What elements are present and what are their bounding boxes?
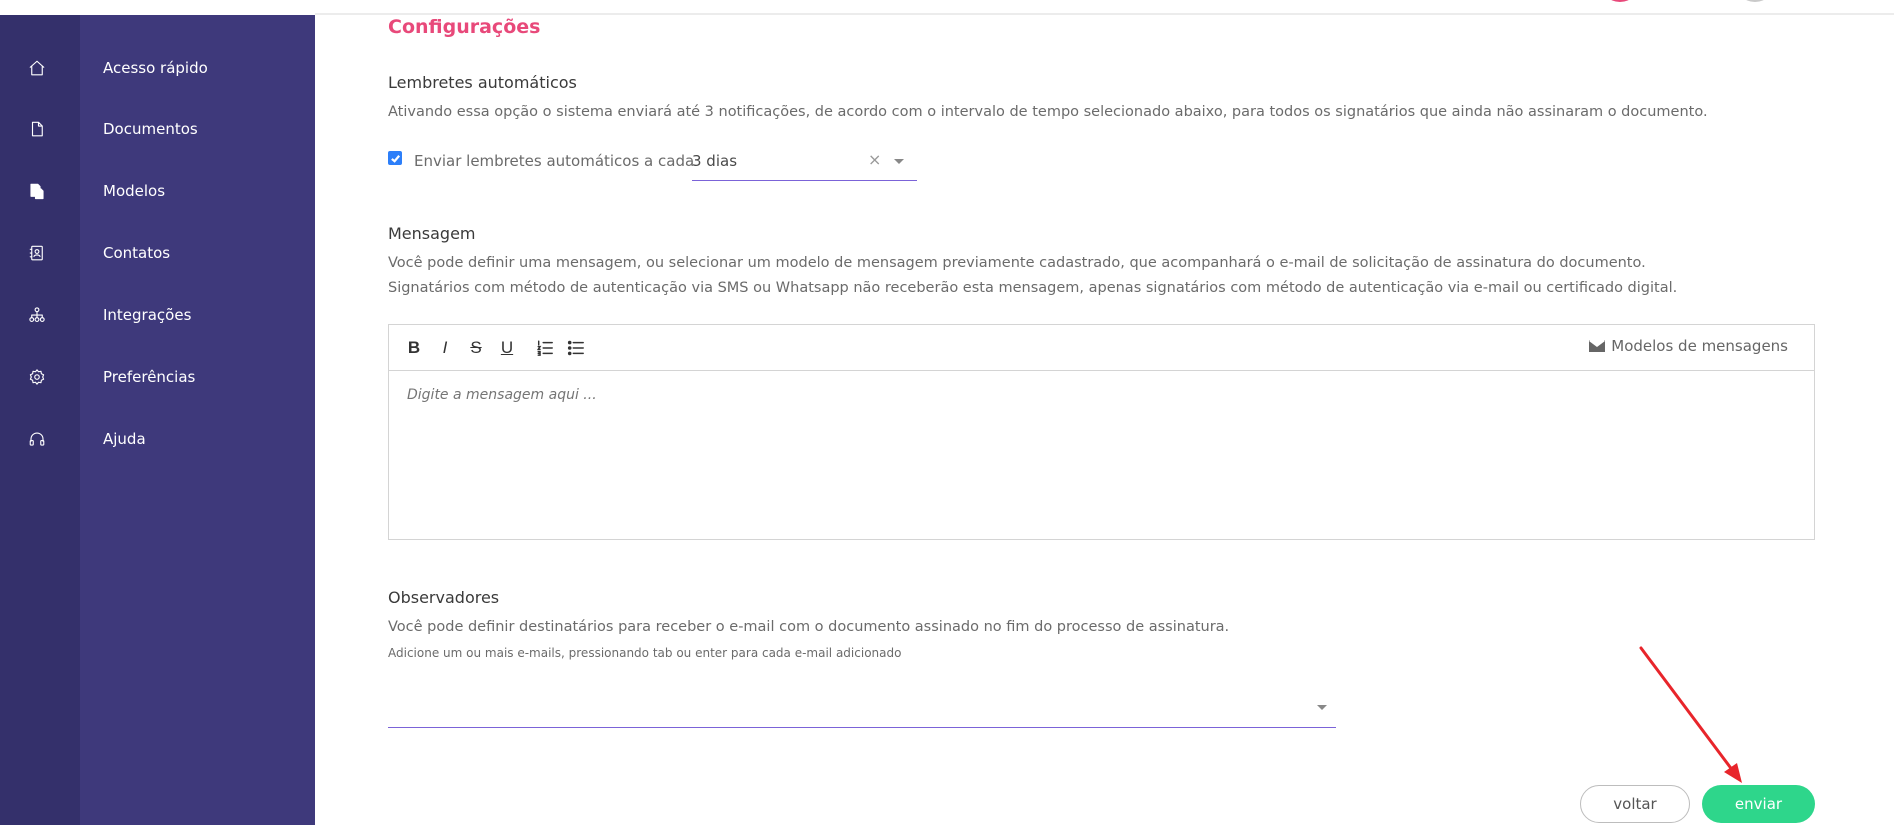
reminders-checkbox-label[interactable]: Enviar lembretes automáticos a cada [414, 152, 694, 170]
message-textarea[interactable] [389, 371, 1814, 539]
avatar[interactable] [1600, 0, 1640, 2]
back-button[interactable]: voltar [1580, 785, 1690, 823]
sidebar-item-label: Acesso rápido [103, 59, 208, 77]
italic-button[interactable]: I [434, 337, 456, 359]
ordered-list-button[interactable] [534, 337, 556, 359]
gear-icon [26, 366, 48, 388]
reminders-title: Lembretes automáticos [388, 73, 577, 92]
header-divider [315, 13, 1894, 15]
bullet-list-button[interactable] [565, 337, 587, 359]
integrations-icon [26, 304, 48, 326]
sidebar-item-label: Ajuda [103, 430, 146, 448]
sidebar-item-acesso-rapido[interactable]: Acesso rápido [0, 48, 315, 88]
chevron-down-icon[interactable] [1317, 705, 1327, 710]
sidebar-item-integracoes[interactable]: Integrações [0, 295, 315, 335]
checkmark-icon [390, 154, 400, 163]
reminder-interval-value: 3 dias [692, 152, 738, 170]
message-templates-button[interactable]: Modelos de mensagens [1589, 337, 1788, 355]
message-description-line2: Signatários com método de autenticação v… [388, 280, 1678, 296]
sidebar-item-label: Integrações [103, 306, 192, 324]
message-templates-label: Modelos de mensagens [1611, 337, 1788, 355]
reminders-checkbox[interactable] [388, 151, 402, 165]
sidebar-item-label: Contatos [103, 244, 171, 262]
envelope-icon [1589, 340, 1606, 352]
observers-email-input[interactable] [388, 690, 1336, 728]
clear-icon[interactable]: × [868, 150, 881, 169]
home-icon [26, 57, 48, 79]
editor-toolbar: B I S U Modelos de mensagens [389, 325, 1814, 371]
observers-title: Observadores [388, 588, 500, 607]
bullet-list-icon [567, 340, 584, 356]
send-button[interactable]: enviar [1702, 785, 1815, 823]
observers-hint: Adicione um ou mais e-mails, pressionand… [388, 646, 902, 660]
message-title: Mensagem [388, 224, 476, 243]
underline-button[interactable]: U [496, 337, 518, 359]
message-description-line1: Você pode definir uma mensagem, ou selec… [388, 255, 1646, 271]
document-icon [26, 118, 48, 140]
strikethrough-button[interactable]: S [465, 337, 487, 359]
observers-description: Você pode definir destinatários para rec… [388, 619, 1230, 635]
sidebar-item-preferencias[interactable]: Preferências [0, 357, 315, 397]
sidebar-item-contatos[interactable]: Contatos [0, 233, 315, 273]
sidebar-item-label: Preferências [103, 368, 196, 386]
message-editor: B I S U Modelos de mensagens [388, 324, 1815, 540]
annotation-arrow [1639, 646, 1742, 783]
reminder-interval-select[interactable]: 3 dias × [692, 146, 917, 181]
sidebar-item-ajuda[interactable]: Ajuda [0, 419, 315, 459]
bold-button[interactable]: B [403, 337, 425, 359]
sidebar-item-modelos[interactable]: Modelos [0, 171, 315, 211]
sidebar-item-label: Documentos [103, 120, 198, 138]
sidebar-item-documentos[interactable]: Documentos [0, 109, 315, 149]
reminders-description: Ativando essa opção o sistema enviará at… [388, 104, 1708, 120]
chevron-down-icon[interactable] [894, 159, 904, 164]
templates-icon [26, 180, 48, 202]
page-title: Configurações [388, 16, 541, 38]
headset-icon [26, 428, 48, 450]
ordered-list-icon [536, 340, 553, 356]
user-menu[interactable] [1735, 0, 1775, 2]
sidebar-item-label: Modelos [103, 182, 166, 200]
contacts-icon [26, 242, 48, 264]
